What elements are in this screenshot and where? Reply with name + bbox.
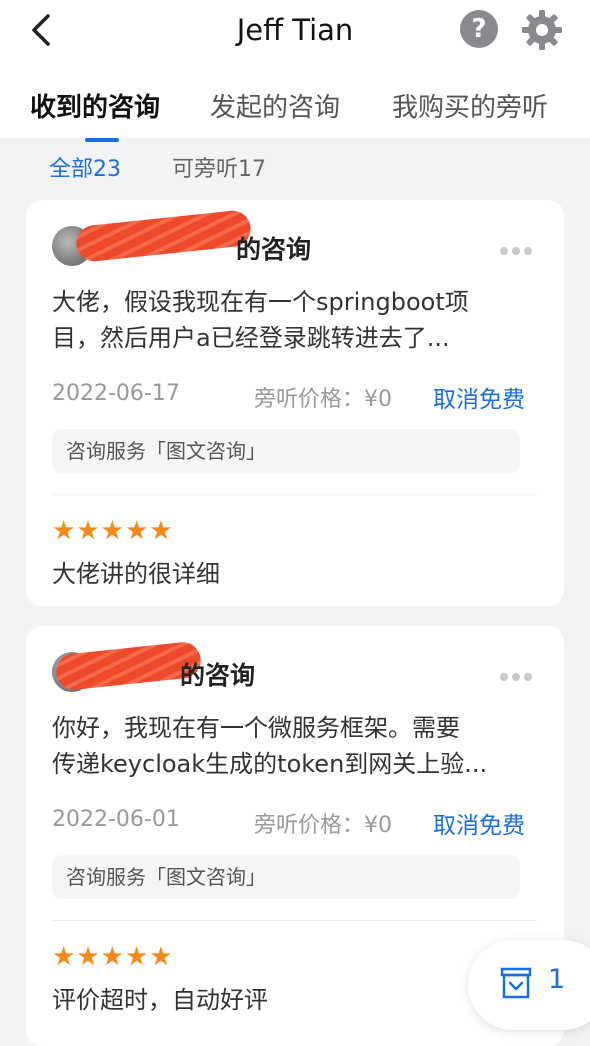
rating-stars: ★★★★★ [52, 944, 174, 970]
star-icon: ★ [124, 942, 149, 972]
app-header: Jeff Tian ? 收到的咨询 发起的咨询 我购买的旁听 [0, 0, 590, 138]
page-title: Jeff Tian [236, 13, 354, 47]
star-icon: ★ [52, 516, 76, 546]
tab-initiated[interactable]: 发起的咨询 [210, 88, 340, 128]
star-icon: ★ [124, 516, 149, 546]
question-date: 2022-06-01 [52, 807, 180, 832]
cancel-free-button[interactable]: 取消免费 [433, 380, 525, 414]
star-icon: ★ [100, 516, 124, 546]
service-type-chip: 咨询服务「图文咨询」 [52, 429, 520, 473]
filter-auditable[interactable]: 可旁听17 [172, 152, 266, 188]
service-type-chip: 咨询服务「图文咨询」 [52, 855, 520, 899]
question-preview[interactable]: 大佬，假设我现在有一个springboot项 目，然后用户a已经登录跳转进去了.… [52, 284, 542, 356]
review-comment: 大佬讲的很详细 [52, 560, 220, 588]
cancel-free-button[interactable]: 取消免费 [433, 806, 525, 840]
card-title: 的咨询 [180, 661, 256, 690]
star-icon: ★ [52, 942, 76, 972]
tab-bar: 收到的咨询 发起的咨询 我购买的旁听 [0, 88, 590, 138]
rating-stars: ★★★★★ [52, 518, 174, 544]
more-icon[interactable] [500, 240, 536, 255]
star-icon: ★ [149, 942, 173, 972]
floating-inbox-button[interactable]: 1 [468, 940, 590, 1030]
question-circle-icon: ? [471, 14, 487, 44]
gear-icon [522, 10, 562, 50]
audit-price: 旁听价格：¥0 [254, 813, 392, 838]
settings-button[interactable] [520, 8, 564, 52]
star-icon: ★ [100, 942, 124, 972]
help-button[interactable]: ? [460, 10, 498, 48]
more-icon[interactable] [500, 666, 536, 681]
filter-all[interactable]: 全部23 [49, 152, 121, 188]
question-date: 2022-06-17 [52, 381, 180, 406]
star-icon: ★ [149, 516, 173, 546]
redaction-mark [74, 208, 253, 264]
filter-bar: 全部23 可旁听17 [0, 152, 590, 192]
audit-price: 旁听价格：¥0 [254, 387, 392, 412]
active-tab-indicator [85, 138, 119, 142]
review-comment: 评价超时，自动好评 [52, 986, 268, 1014]
inbox-count: 1 [548, 964, 566, 995]
tab-received[interactable]: 收到的咨询 [30, 88, 160, 128]
inbox-icon [500, 967, 532, 999]
divider [52, 494, 538, 495]
consultation-card[interactable]: 的咨询 大佬，假设我现在有一个springboot项 目，然后用户a已经登录跳转… [26, 200, 564, 606]
question-preview[interactable]: 你好，我现在有一个微服务框架。需要 传递keycloak生成的token到网关上… [52, 710, 542, 782]
star-icon: ★ [76, 516, 100, 546]
divider [52, 920, 538, 921]
card-title: 的咨询 [236, 235, 312, 264]
tab-purchased-audit[interactable]: 我购买的旁听 [392, 88, 548, 128]
star-icon: ★ [76, 942, 100, 972]
